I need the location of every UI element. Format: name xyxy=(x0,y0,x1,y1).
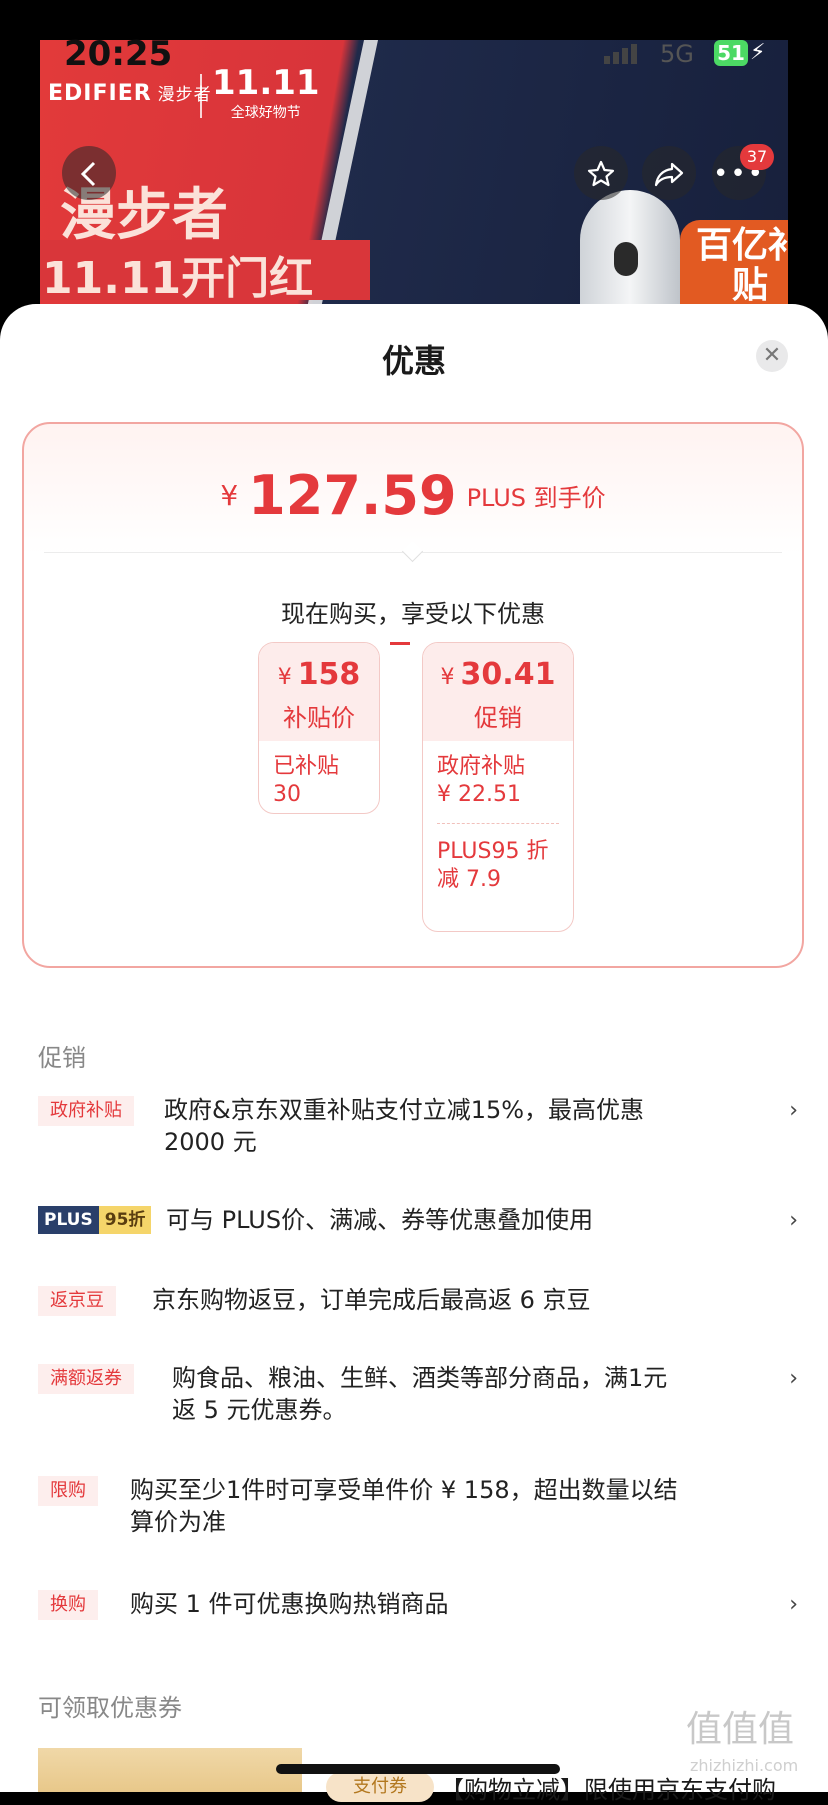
promo-section-title: 促销 xyxy=(38,1044,86,1072)
promo-row-purchase-limit: 限购 购买至少1件时可享受单件价 ¥ 158，超出数量以结 算价为准 xyxy=(38,1474,798,1538)
promo-row-gov-subsidy[interactable]: 政府补贴 政府&京东双重补贴支付立减15%，最高优惠 2000 元 › xyxy=(38,1094,798,1158)
box-line: 减 7.9 xyxy=(437,867,501,892)
promo-text-line: 购食品、粮油、生鲜、酒类等部分商品，满1元 xyxy=(172,1364,668,1392)
box-title: 补贴价 xyxy=(283,704,355,732)
site-watermark-url: zhizhizhi.com xyxy=(690,1756,799,1775)
coupon-image[interactable] xyxy=(38,1748,302,1792)
coupon-tag: 支付券 xyxy=(326,1772,434,1802)
discount-sheet: 优惠 ✕ ¥127.59 PLUS 到手价 现在购买，享受以下优惠 ¥158 补贴… xyxy=(0,304,828,1792)
promo-text: 购买至少1件时可享受单件价 ¥ 158，超出数量以结 算价为准 xyxy=(130,1474,678,1538)
box-currency: ¥ xyxy=(277,665,292,690)
box-currency: ¥ xyxy=(440,665,455,690)
box-line: 30 xyxy=(273,782,301,807)
box-line: ¥ 22.51 xyxy=(437,782,521,807)
promo-tag: 换购 xyxy=(38,1590,98,1620)
box-value: 158 xyxy=(297,657,361,692)
promo-text-line: 购买至少1件时可享受单件价 ¥ 158，超出数量以结 xyxy=(130,1476,678,1504)
share-icon xyxy=(654,162,684,187)
divider-caret-icon xyxy=(401,540,424,563)
sheet-title: 优惠 xyxy=(381,342,446,380)
coupon-title[interactable]: 【购物立减】限使用京东支付购 xyxy=(440,1770,776,1805)
dashed-divider xyxy=(437,823,559,824)
promotion-box: ¥30.41 促销 政府补贴 ¥ 22.51 PLUS95 折 减 7.9 xyxy=(422,642,574,932)
favorite-button[interactable] xyxy=(574,146,628,200)
promo-row-jd-beans: 返京豆 京东购物返豆，订单完成后最高返 6 京豆 xyxy=(38,1284,798,1318)
promo-text-line: 2000 元 xyxy=(164,1128,257,1156)
plus-tag-label: PLUS xyxy=(38,1206,99,1234)
promo-row-plus[interactable]: PLUS 95折 可与 PLUS价、满减、券等优惠叠加使用 › xyxy=(38,1204,798,1238)
minus-icon xyxy=(390,642,410,645)
promo-text: 京东购物返豆，订单完成后最高返 6 京豆 xyxy=(152,1286,591,1314)
box-value: 30.41 xyxy=(460,657,556,692)
promo-text: 可与 PLUS价、满减、券等优惠叠加使用 xyxy=(166,1206,594,1234)
site-watermark: 值值值 xyxy=(686,1709,795,1750)
message-count-badge: 37 xyxy=(740,144,774,170)
close-button[interactable]: ✕ xyxy=(756,340,788,372)
share-button[interactable] xyxy=(642,146,696,200)
promo-text-line: 政府&京东双重补贴支付立减15%，最高优惠 xyxy=(164,1096,645,1124)
back-button[interactable] xyxy=(62,146,116,200)
promo-tag: 满额返券 xyxy=(38,1364,134,1394)
price-currency: ¥ xyxy=(220,479,239,512)
promo-text-line: 算价为准 xyxy=(130,1508,226,1536)
enjoy-caption: 现在购买，享受以下优惠 xyxy=(281,600,545,628)
promo-text: 购食品、粮油、生鲜、酒类等部分商品，满1元 返 5 元优惠券。 xyxy=(172,1362,667,1426)
signal-icon xyxy=(604,44,640,64)
status-network: 5G xyxy=(660,40,694,68)
price-value: 127.59 xyxy=(248,464,457,527)
box-line: PLUS95 折 xyxy=(437,839,549,864)
status-time: 20:25 xyxy=(64,34,173,74)
charging-icon: ⚡ xyxy=(750,40,766,65)
chevron-left-icon xyxy=(80,161,96,187)
promo-text-line: 返 5 元优惠券。 xyxy=(172,1396,347,1424)
chevron-right-icon: › xyxy=(789,1366,798,1391)
box-line: 政府补贴 xyxy=(437,754,526,779)
box-line: 已补贴 xyxy=(273,754,340,779)
price-card: ¥127.59 PLUS 到手价 现在购买，享受以下优惠 ¥158 补贴价 已补贴… xyxy=(22,422,804,968)
promo-row-exchange[interactable]: 换购 购买 1 件可优惠换购热销商品 › xyxy=(38,1588,798,1622)
banner-slogan-event: 11.11开门红 xyxy=(40,240,370,304)
status-bar-content: 20:25 5G 51 ⚡ xyxy=(0,0,828,100)
star-icon xyxy=(587,160,615,187)
coupon-section-title: 可领取优惠券 xyxy=(38,1694,182,1722)
chevron-right-icon: › xyxy=(789,1592,798,1617)
final-price: ¥127.59 PLUS 到手价 xyxy=(24,464,802,527)
battery-icon: 51 xyxy=(714,40,748,66)
box-title: 促销 xyxy=(474,704,522,732)
plus-tag-discount: 95折 xyxy=(98,1206,152,1234)
chevron-right-icon: › xyxy=(789,1208,798,1233)
plus-discount-tag: PLUS 95折 xyxy=(38,1206,152,1234)
price-label: PLUS 到手价 xyxy=(466,484,606,512)
home-indicator[interactable] xyxy=(276,1764,560,1774)
promo-text: 政府&京东双重补贴支付立减15%，最高优惠 2000 元 xyxy=(164,1094,644,1158)
promo-tag: 返京豆 xyxy=(38,1286,116,1316)
promo-text: 购买 1 件可优惠换购热销商品 xyxy=(130,1590,449,1618)
promo-row-coupon-return[interactable]: 满额返券 购食品、粮油、生鲜、酒类等部分商品，满1元 返 5 元优惠券。 › xyxy=(38,1362,798,1426)
subsidy-price-box: ¥158 补贴价 已补贴 30 xyxy=(258,642,380,814)
promo-tag: 限购 xyxy=(38,1476,98,1506)
close-icon: ✕ xyxy=(762,343,782,368)
chevron-right-icon: › xyxy=(789,1098,798,1123)
promo-tag: 政府补贴 xyxy=(38,1096,134,1126)
